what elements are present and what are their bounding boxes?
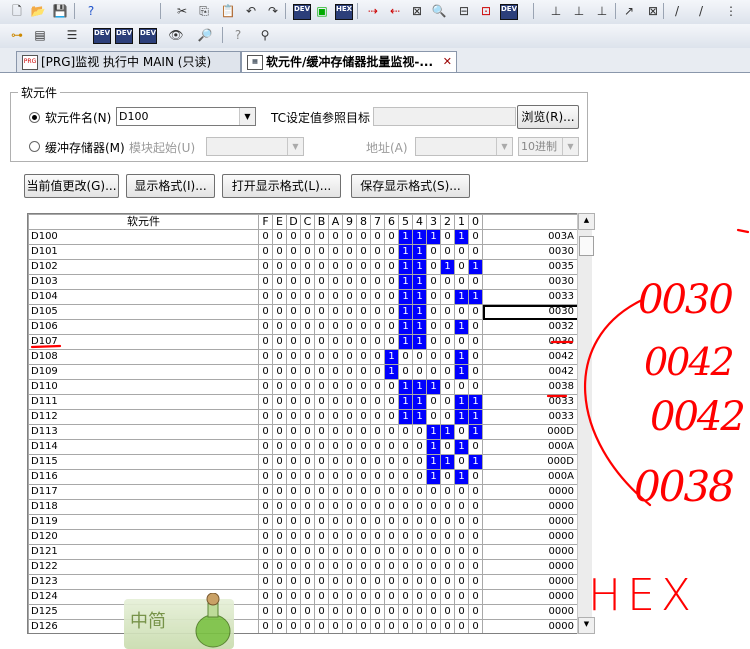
- handwritten-value: 0042: [650, 394, 746, 440]
- handwritten-value: 0038: [634, 462, 735, 511]
- dash-mark: [736, 228, 750, 234]
- handwritten-hex-label: HEX: [588, 570, 698, 621]
- handwritten-annotations: [30, 228, 750, 507]
- handwritten-value: 0042: [644, 340, 735, 384]
- underline-mark: [30, 344, 62, 349]
- handwritten-value: 0030: [638, 277, 734, 323]
